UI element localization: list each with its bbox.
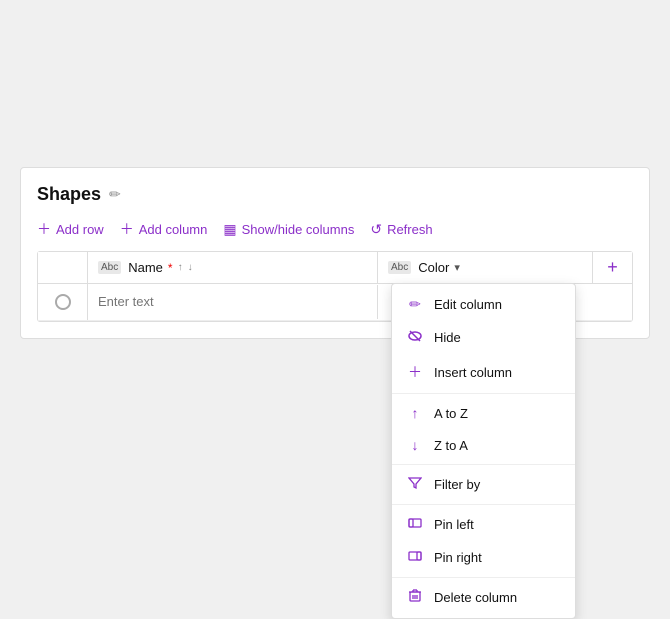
abc-badge-color: Abc: [388, 261, 411, 274]
add-column-label: Add column: [139, 222, 208, 237]
add-row-button[interactable]: ＋ Add row: [37, 219, 104, 239]
delete-column-icon: [406, 589, 424, 606]
menu-atoz-label: A to Z: [434, 406, 468, 421]
filter-icon: [406, 476, 424, 493]
abc-badge-name: Abc: [98, 261, 121, 274]
panel-title: Shapes: [37, 184, 101, 205]
menu-divider-4: [392, 577, 575, 578]
menu-pin-left-label: Pin left: [434, 517, 474, 532]
add-row-label: Add row: [56, 222, 104, 237]
menu-ztoa-label: Z to A: [434, 438, 468, 453]
row-name-cell[interactable]: [88, 285, 378, 319]
menu-filter-by[interactable]: Filter by: [392, 468, 575, 501]
add-column-button[interactable]: ＋ Add column: [120, 219, 208, 239]
toolbar: ＋ Add row ＋ Add column ▦ Show/hide colum…: [37, 219, 633, 239]
menu-insert-column[interactable]: ＋ Insert column: [392, 354, 575, 390]
menu-pin-right[interactable]: Pin right: [392, 541, 575, 574]
show-hide-button[interactable]: ▦ Show/hide columns: [223, 221, 354, 238]
edit-icon[interactable]: ✏: [109, 186, 121, 203]
required-indicator: *: [168, 261, 173, 275]
pin-left-icon: [406, 516, 424, 533]
menu-z-to-a[interactable]: ↓ Z to A: [392, 429, 575, 461]
menu-insert-label: Insert column: [434, 365, 512, 380]
menu-pin-right-label: Pin right: [434, 550, 482, 565]
add-column-icon[interactable]: +: [592, 252, 632, 283]
plus-icon: ＋: [37, 219, 51, 239]
col-color-header[interactable]: Abc Color ▾: [378, 252, 592, 283]
menu-filter-label: Filter by: [434, 477, 480, 492]
refresh-label: Refresh: [387, 222, 433, 237]
menu-edit-label: Edit column: [434, 297, 502, 312]
chevron-down-icon[interactable]: ▾: [454, 261, 460, 274]
sort-desc-icon[interactable]: ↓: [188, 263, 193, 273]
menu-hide-label: Hide: [434, 330, 461, 345]
checkbox-circle[interactable]: [55, 294, 71, 310]
context-menu: ✏ Edit column Hide ＋ Insert column ↑ A t…: [391, 283, 576, 619]
menu-divider-2: [392, 464, 575, 465]
menu-hide[interactable]: Hide: [392, 321, 575, 354]
refresh-button[interactable]: ↺ Refresh: [370, 221, 432, 238]
col-name-header[interactable]: Abc Name * ↑ ↓: [88, 252, 378, 283]
sort-asc-icon[interactable]: ↑: [178, 263, 183, 273]
menu-divider-3: [392, 504, 575, 505]
pin-right-icon: [406, 549, 424, 566]
refresh-icon: ↺: [370, 221, 382, 238]
columns-icon: ▦: [223, 221, 236, 238]
show-hide-label: Show/hide columns: [242, 222, 355, 237]
col-check-header: [38, 252, 88, 283]
menu-a-to-z[interactable]: ↑ A to Z: [392, 397, 575, 429]
z-to-a-icon: ↓: [406, 437, 424, 453]
menu-pin-left[interactable]: Pin left: [392, 508, 575, 541]
menu-divider-1: [392, 393, 575, 394]
main-panel: Shapes ✏ ＋ Add row ＋ Add column ▦ Show/h…: [20, 167, 650, 339]
menu-delete-label: Delete column: [434, 590, 517, 605]
menu-delete-column[interactable]: Delete column: [392, 581, 575, 614]
col-name-label: Name: [128, 260, 163, 275]
menu-edit-column[interactable]: ✏ Edit column: [392, 288, 575, 321]
name-input[interactable]: [98, 294, 367, 309]
panel-header: Shapes ✏: [37, 184, 633, 205]
row-checkbox[interactable]: [38, 284, 88, 320]
hide-icon: [406, 329, 424, 346]
a-to-z-icon: ↑: [406, 405, 424, 421]
insert-column-icon: ＋: [406, 362, 424, 382]
grid-header: Abc Name * ↑ ↓ Abc Color ▾ +: [38, 252, 632, 284]
add-col-label: +: [607, 257, 618, 278]
plus-icon-2: ＋: [120, 219, 134, 239]
col-color-label: Color: [418, 260, 449, 275]
edit-column-icon: ✏: [406, 296, 424, 313]
